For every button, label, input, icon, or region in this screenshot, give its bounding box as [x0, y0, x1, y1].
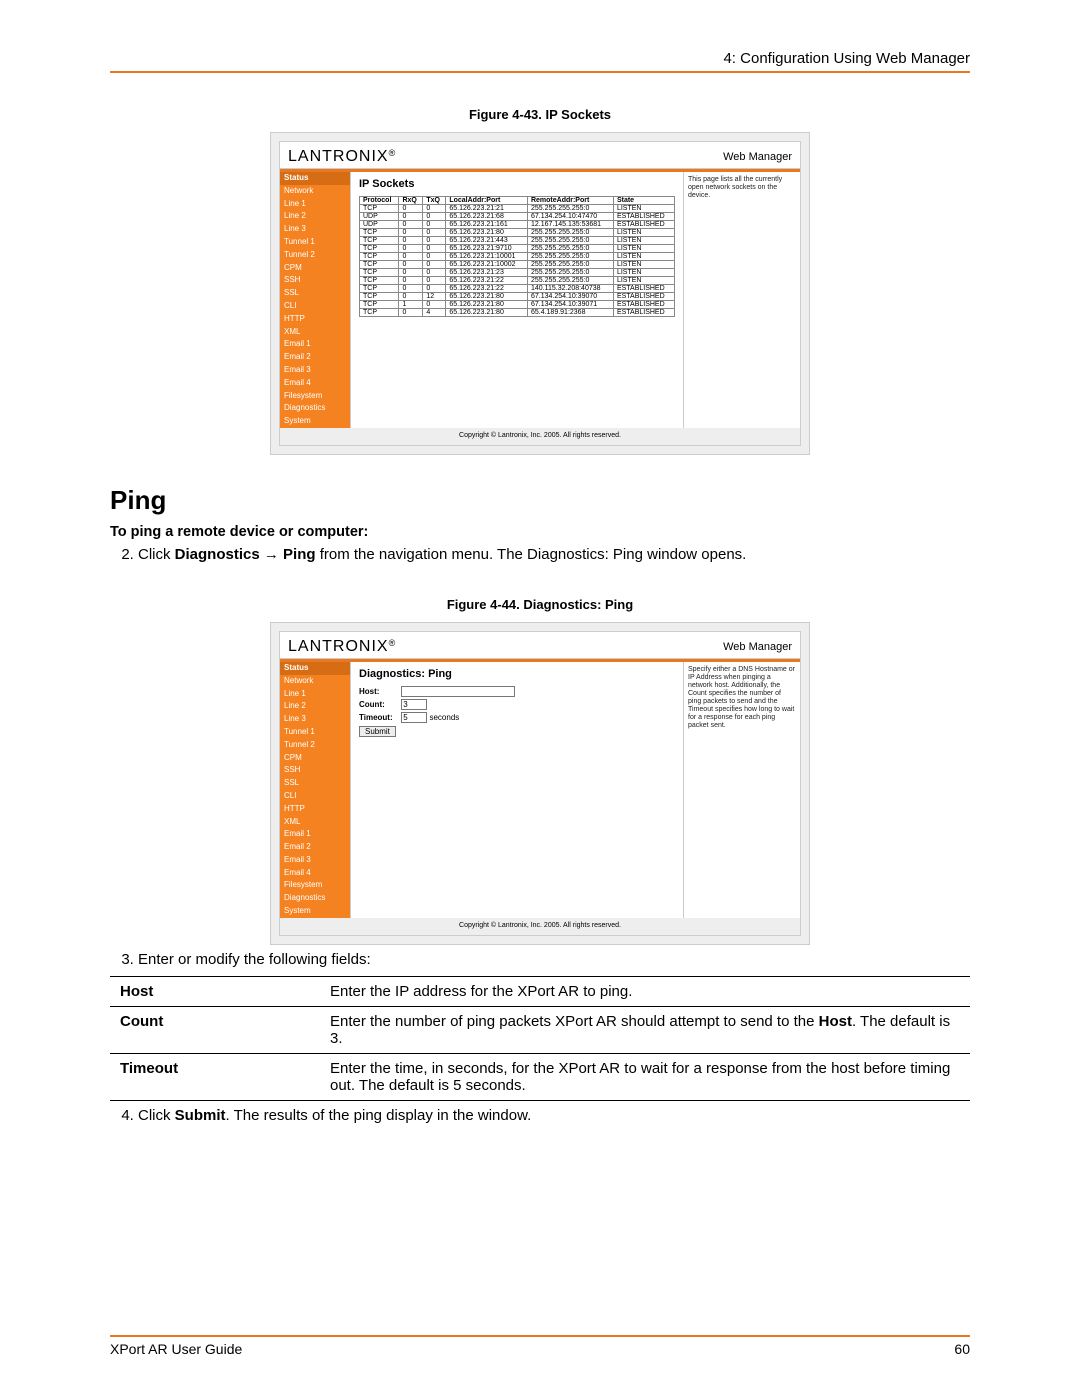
nav-item-system[interactable]: System: [280, 415, 350, 428]
help-panel: Specify either a DNS Hostname or IP Addr…: [683, 662, 800, 918]
nav-item-email-3[interactable]: Email 3: [280, 364, 350, 377]
nav-item-line-2[interactable]: Line 2: [280, 210, 350, 223]
step-4: Click Submit. The results of the ping di…: [138, 1107, 970, 1124]
nav-item-email-3[interactable]: Email 3: [280, 854, 350, 867]
nav-item-cli[interactable]: CLI: [280, 790, 350, 803]
nav-item-diagnostics[interactable]: Diagnostics: [280, 402, 350, 415]
nav-item-status[interactable]: Status: [280, 662, 350, 675]
nav-item-cli[interactable]: CLI: [280, 300, 350, 313]
table-row: TCP0065.126.223.21:80255.255.255.255:0LI…: [360, 229, 675, 237]
table-row: TCP0065.126.223.21:23255.255.255.255:0LI…: [360, 269, 675, 277]
timeout-label: Timeout:: [359, 713, 399, 722]
nav-item-xml[interactable]: XML: [280, 816, 350, 829]
nav-item-xml[interactable]: XML: [280, 326, 350, 339]
wm-title: Web Manager: [723, 151, 792, 163]
ip-sockets-table: ProtocolRxQTxQLocalAddr:PortRemoteAddr:P…: [359, 196, 675, 317]
table-row: TCP0065.126.223.21:22140.115.32.208:4073…: [360, 285, 675, 293]
col-header: TxQ: [423, 197, 446, 205]
col-header: Protocol: [360, 197, 399, 205]
nav-item-line-3[interactable]: Line 3: [280, 713, 350, 726]
panel-title: IP Sockets: [359, 178, 675, 190]
help-panel: This page lists all the currently open n…: [683, 172, 800, 428]
nav-item-network[interactable]: Network: [280, 675, 350, 688]
footer-page-number: 60: [954, 1341, 970, 1357]
section-heading-ping: Ping: [110, 485, 970, 516]
nav-item-email-4[interactable]: Email 4: [280, 377, 350, 390]
figure-44-screenshot: LANTRONIX® Web Manager StatusNetworkLine…: [270, 622, 810, 945]
nav-item-email-1[interactable]: Email 1: [280, 338, 350, 351]
nav-item-email-4[interactable]: Email 4: [280, 867, 350, 880]
nav-item-line-1[interactable]: Line 1: [280, 198, 350, 211]
nav-item-http[interactable]: HTTP: [280, 803, 350, 816]
nav-item-ssl[interactable]: SSL: [280, 287, 350, 300]
figure-44-caption: Figure 4-44. Diagnostics: Ping: [110, 597, 970, 612]
fields-description-table: Host Enter the IP address for the XPort …: [110, 976, 970, 1101]
nav-item-email-2[interactable]: Email 2: [280, 351, 350, 364]
page-header: 4: Configuration Using Web Manager: [110, 50, 970, 73]
figure-43-screenshot: LANTRONIX® Web Manager StatusNetworkLine…: [270, 132, 810, 455]
table-row: TCP0065.126.223.21:21255.255.255.255:0LI…: [360, 205, 675, 213]
nav-item-status[interactable]: Status: [280, 172, 350, 185]
nav-item-network[interactable]: Network: [280, 185, 350, 198]
nav-item-http[interactable]: HTTP: [280, 313, 350, 326]
host-label: Host:: [359, 687, 399, 696]
col-header: LocalAddr:Port: [446, 197, 528, 205]
count-input[interactable]: [401, 699, 427, 710]
brand-logo: LANTRONIX®: [288, 638, 396, 656]
nav-item-tunnel-1[interactable]: Tunnel 1: [280, 726, 350, 739]
col-header: State: [613, 197, 674, 205]
nav-item-line-3[interactable]: Line 3: [280, 223, 350, 236]
nav-item-diagnostics[interactable]: Diagnostics: [280, 892, 350, 905]
col-header: RxQ: [399, 197, 423, 205]
table-row: TCP01265.126.223.21:8067.134.254.10:3907…: [360, 293, 675, 301]
table-row: TCP0065.126.223.21:22255.255.255.255:0LI…: [360, 277, 675, 285]
step-2: Click Diagnostics → Ping from the naviga…: [138, 546, 970, 563]
table-row: TCP0465.126.223.21:8065.4.189.91:2368EST…: [360, 309, 675, 317]
wm-footer: Copyright © Lantronix, Inc. 2005. All ri…: [280, 428, 800, 445]
wm-title: Web Manager: [723, 641, 792, 653]
table-row: TCP0065.126.223.21:9710255.255.255.255:0…: [360, 245, 675, 253]
nav-item-cpm[interactable]: CPM: [280, 752, 350, 765]
nav-item-email-1[interactable]: Email 1: [280, 828, 350, 841]
table-row: TCP0065.126.223.21:10002255.255.255.255:…: [360, 261, 675, 269]
table-row: UDP0065.126.223.21:6867.134.254.10:47470…: [360, 213, 675, 221]
nav-item-line-1[interactable]: Line 1: [280, 688, 350, 701]
host-input[interactable]: [401, 686, 515, 697]
nav-menu: StatusNetworkLine 1Line 2Line 3Tunnel 1T…: [280, 172, 351, 428]
page-footer: XPort AR User Guide 60: [110, 1335, 970, 1357]
nav-item-filesystem[interactable]: Filesystem: [280, 879, 350, 892]
nav-item-line-2[interactable]: Line 2: [280, 700, 350, 713]
nav-item-filesystem[interactable]: Filesystem: [280, 390, 350, 403]
table-row: Host Enter the IP address for the XPort …: [110, 976, 970, 1006]
submit-button[interactable]: Submit: [359, 726, 396, 737]
nav-item-system[interactable]: System: [280, 905, 350, 918]
footer-left: XPort AR User Guide: [110, 1341, 242, 1357]
table-row: Timeout Enter the time, in seconds, for …: [110, 1053, 970, 1100]
nav-menu: StatusNetworkLine 1Line 2Line 3Tunnel 1T…: [280, 662, 351, 918]
nav-item-email-2[interactable]: Email 2: [280, 841, 350, 854]
ping-subheading: To ping a remote device or computer:: [110, 524, 970, 540]
timeout-unit: seconds: [429, 713, 459, 722]
step-3: Enter or modify the following fields:: [138, 951, 970, 968]
table-row: UDP0065.126.223.21:16112.167.145.135:536…: [360, 221, 675, 229]
nav-item-tunnel-2[interactable]: Tunnel 2: [280, 739, 350, 752]
wm-footer: Copyright © Lantronix, Inc. 2005. All ri…: [280, 918, 800, 935]
table-row: TCP0065.126.223.21:10001255.255.255.255:…: [360, 253, 675, 261]
nav-item-ssh[interactable]: SSH: [280, 764, 350, 777]
nav-item-tunnel-2[interactable]: Tunnel 2: [280, 249, 350, 262]
figure-43-caption: Figure 4-43. IP Sockets: [110, 107, 970, 122]
table-row: TCP1065.126.223.21:8067.134.254.10:39071…: [360, 301, 675, 309]
table-row: TCP0065.126.223.21:443255.255.255.255:0L…: [360, 237, 675, 245]
count-label: Count:: [359, 700, 399, 709]
brand-logo: LANTRONIX®: [288, 148, 396, 166]
nav-item-ssh[interactable]: SSH: [280, 274, 350, 287]
table-row: Count Enter the number of ping packets X…: [110, 1006, 970, 1053]
nav-item-tunnel-1[interactable]: Tunnel 1: [280, 236, 350, 249]
panel-title: Diagnostics: Ping: [359, 668, 675, 680]
nav-item-ssl[interactable]: SSL: [280, 777, 350, 790]
nav-item-cpm[interactable]: CPM: [280, 262, 350, 275]
timeout-input[interactable]: [401, 712, 427, 723]
col-header: RemoteAddr:Port: [527, 197, 613, 205]
